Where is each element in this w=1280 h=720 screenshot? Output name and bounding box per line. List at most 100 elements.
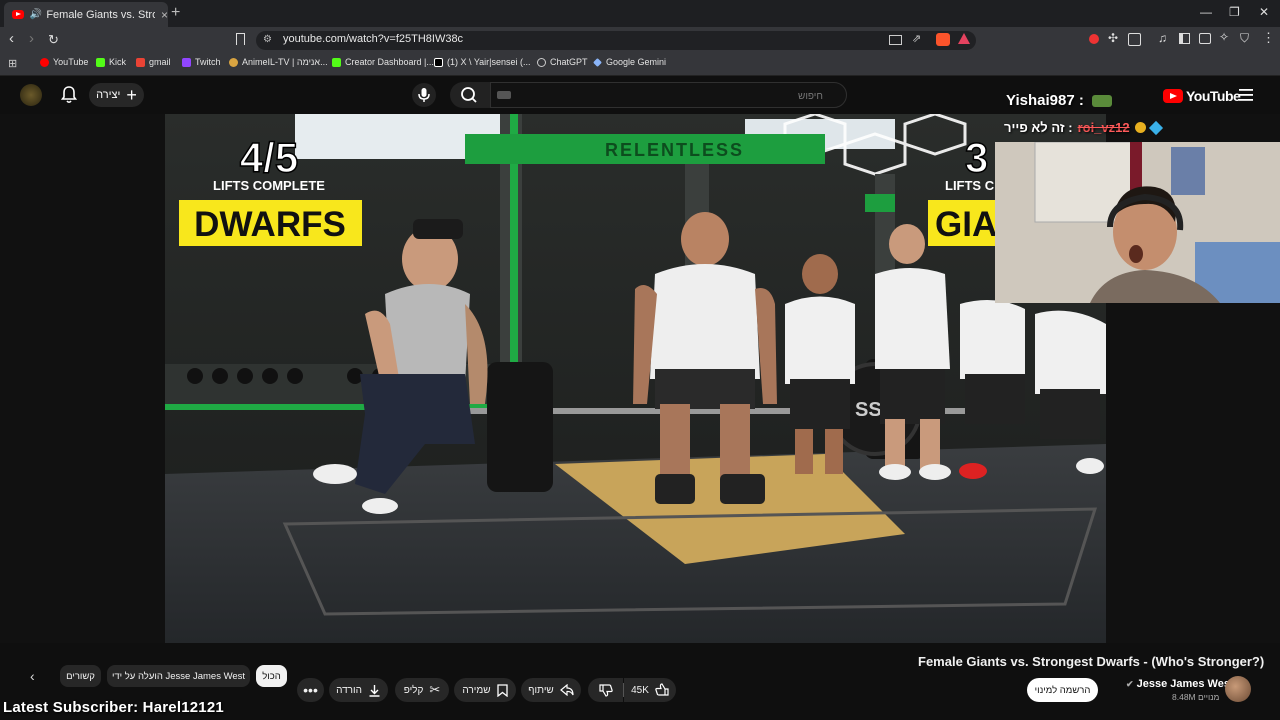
- bookmark-x[interactable]: (1) X \ Yair|sensei (...: [434, 57, 531, 67]
- youtube-logo-text: YouTube: [1186, 88, 1241, 104]
- webcam-scene: [995, 142, 1280, 303]
- chat-line-2-text: זה לא פייר :: [1004, 120, 1073, 135]
- dislike-button[interactable]: [588, 678, 623, 702]
- notifications-bell-icon[interactable]: [60, 86, 78, 109]
- hamburger-menu-icon[interactable]: [1239, 88, 1253, 106]
- chip-all[interactable]: הכול: [256, 665, 287, 687]
- chat-line-2-user: roi_vz12: [1077, 120, 1130, 135]
- minimize-button[interactable]: —: [1200, 5, 1212, 19]
- wallet-icon[interactable]: [1199, 33, 1211, 44]
- right-lift-subtitle: LIFTS C: [945, 178, 995, 193]
- gmail-icon: [136, 57, 145, 67]
- chat-gem-badge-icon: [1148, 120, 1163, 135]
- youtube-play-logo-icon: [1163, 89, 1183, 103]
- brave-shield-icon[interactable]: [936, 33, 950, 46]
- tab-title: Female Giants vs. Strongest D: [46, 8, 155, 21]
- chat-message-2: זה לא פייר : roi_vz12: [1004, 120, 1163, 135]
- twitch-icon: [182, 57, 191, 67]
- more-actions-button[interactable]: •••: [297, 678, 324, 702]
- speaker-icon[interactable]: 🔊: [30, 9, 42, 20]
- share-label: שיתוף: [528, 684, 554, 696]
- clip-button[interactable]: קליפ ✂: [395, 678, 449, 702]
- channel-name[interactable]: ✔ Jesse James West: [1126, 678, 1234, 690]
- download-button[interactable]: הורדה: [329, 678, 388, 702]
- channel-avatar[interactable]: [1225, 676, 1251, 702]
- chips-scroll-left-icon[interactable]: ‹: [30, 668, 35, 684]
- search-input[interactable]: [491, 83, 833, 109]
- left-team-tag: DWARFS: [194, 205, 346, 244]
- bookmark-chatgpt[interactable]: ChatGPT: [537, 57, 588, 67]
- rewards-triangle-icon[interactable]: [958, 33, 970, 44]
- menu-dots-icon[interactable]: ⋮: [1262, 30, 1275, 46]
- browser-tab-bar: [0, 0, 1280, 27]
- extensions-puzzle-icon[interactable]: ✣: [1108, 31, 1118, 45]
- bookmark-twitch[interactable]: Twitch: [182, 57, 221, 67]
- thumbs-down-icon: [598, 684, 613, 697]
- keyboard-icon[interactable]: [497, 91, 511, 99]
- ai-sparkle-icon[interactable]: ✧: [1219, 30, 1229, 44]
- new-tab-button[interactable]: +: [171, 4, 180, 22]
- close-window-button[interactable]: ✕: [1259, 5, 1269, 19]
- video-thumbnail-scene: RELENTLESS SS 4/5 LIFTS COMPLETE DWARFS …: [165, 114, 1106, 643]
- bookmark-gmail[interactable]: gmail: [136, 57, 171, 67]
- create-button[interactable]: יצירה +: [89, 83, 144, 107]
- youtube-favicon-icon: [12, 10, 24, 19]
- restore-button[interactable]: ❐: [1229, 5, 1240, 19]
- save-label: שמירה: [462, 684, 491, 696]
- forward-arrow-icon[interactable]: ›: [29, 30, 34, 47]
- chip-related[interactable]: קשורים: [60, 665, 101, 687]
- sidebar-toggle-icon[interactable]: [1179, 33, 1190, 44]
- share-page-icon[interactable]: ⇗: [912, 32, 921, 45]
- webcam-overlay: [995, 142, 1280, 303]
- search-button[interactable]: [450, 82, 490, 108]
- music-note-icon[interactable]: ♫: [1158, 31, 1167, 45]
- cast-icon[interactable]: [889, 35, 902, 45]
- bookmark-gemini[interactable]: Google Gemini: [593, 57, 666, 67]
- latest-subscriber-overlay: Latest Subscriber: Harel12121: [3, 699, 224, 716]
- chat-message-1: Yishai987 :: [1006, 92, 1112, 109]
- chip-uploaded-by[interactable]: הועלה על ידי Jesse James West: [107, 665, 250, 687]
- subscriber-count: 8.48M מנויים: [1172, 692, 1220, 702]
- share-arrow-icon: [559, 684, 574, 696]
- apps-grid-icon[interactable]: ⊞: [8, 57, 17, 70]
- create-label: יצירה: [96, 89, 121, 101]
- right-lift-count: 3: [965, 134, 988, 181]
- bookmark-youtube[interactable]: YouTube: [40, 57, 88, 67]
- url-text[interactable]: youtube.com/watch?v=f25TH8IW38c: [283, 33, 463, 45]
- share-button[interactable]: שיתוף: [521, 678, 581, 702]
- site-info-icon[interactable]: ⚙: [263, 34, 272, 45]
- back-arrow-icon[interactable]: ‹: [9, 30, 14, 47]
- like-button[interactable]: 45K: [624, 678, 676, 702]
- chat-sub-badge-icon: [1134, 122, 1146, 133]
- vpn-shield-icon[interactable]: ⛉: [1240, 31, 1249, 46]
- plus-icon: +: [126, 85, 137, 105]
- kick-icon: [332, 57, 341, 67]
- youtube-logo[interactable]: YouTube: [1163, 88, 1241, 104]
- tab-close-icon[interactable]: ×: [161, 8, 168, 22]
- search-input-box[interactable]: [490, 82, 847, 109]
- extension-red-icon[interactable]: [1089, 34, 1099, 44]
- plate-label: SS: [855, 399, 882, 421]
- voice-search-mic-icon[interactable]: [412, 83, 436, 107]
- like-count: 45K: [631, 684, 649, 696]
- right-team-tag: GIA: [935, 205, 997, 244]
- bookmark-animeil[interactable]: AnimeIL-TV | אנימה...: [229, 57, 328, 67]
- chat-line-1-text: Yishai987 :: [1006, 92, 1084, 109]
- account-avatar[interactable]: [20, 84, 42, 106]
- search-icon: [461, 87, 477, 103]
- bookmark-creator-dashboard[interactable]: Creator Dashboard |...: [332, 57, 434, 67]
- extension-box-icon[interactable]: [1128, 33, 1141, 46]
- reload-icon[interactable]: ↻: [48, 32, 59, 48]
- scissors-icon: ✂: [429, 682, 441, 697]
- video-player[interactable]: RELENTLESS SS 4/5 LIFTS COMPLETE DWARFS …: [165, 114, 1106, 643]
- gym-sign-text: RELENTLESS: [605, 140, 744, 160]
- bookmark-kick[interactable]: Kick: [96, 57, 126, 67]
- save-button[interactable]: שמירה: [454, 678, 516, 702]
- bookmark-page-icon[interactable]: [236, 33, 245, 45]
- browser-tab[interactable]: 🔊 Female Giants vs. Strongest D ×: [4, 2, 168, 27]
- subscribe-button[interactable]: הרשמה למינוי: [1027, 678, 1098, 702]
- x-icon: [434, 57, 443, 67]
- gemini-icon: [593, 57, 602, 67]
- bookmark-save-icon: [496, 683, 508, 697]
- youtube-icon: [40, 57, 49, 67]
